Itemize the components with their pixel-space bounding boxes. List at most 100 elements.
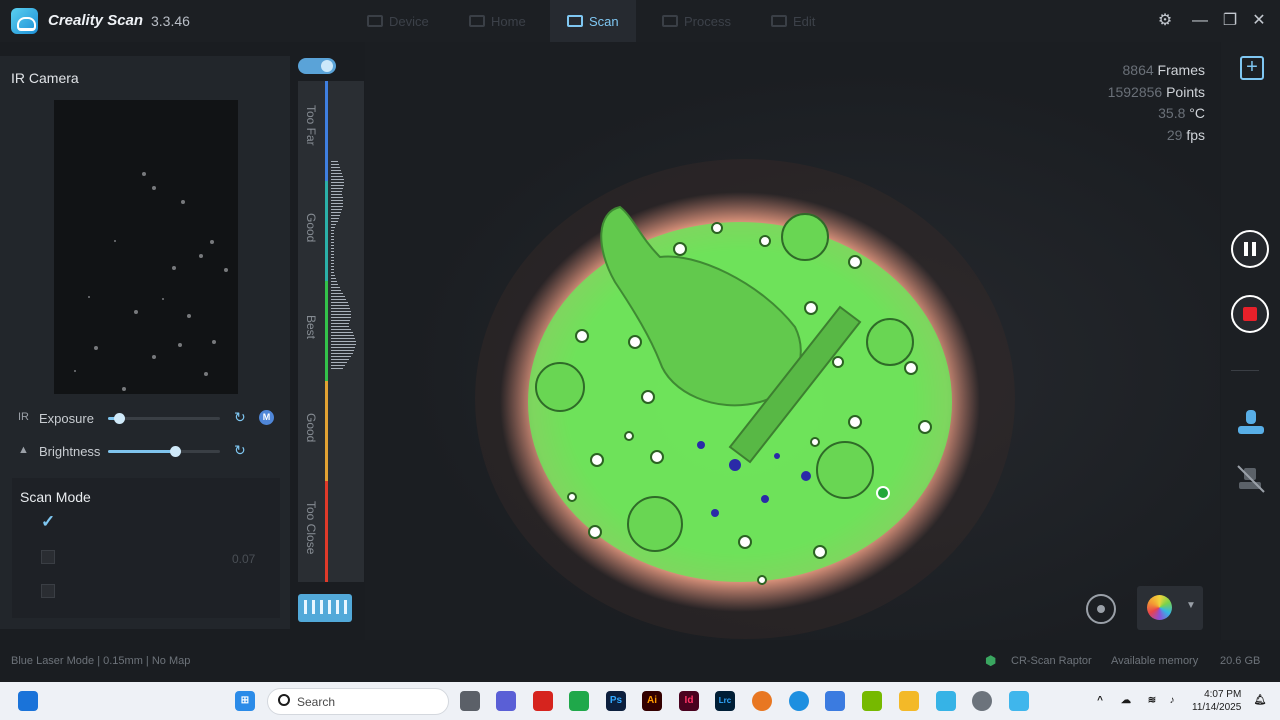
app-title: Creality Scan <box>48 12 144 29</box>
scan-mode-option[interactable] <box>41 583 271 599</box>
brightness-slider[interactable] <box>108 446 220 457</box>
gauge-ruler-button[interactable] <box>298 594 352 622</box>
histogram-line <box>331 191 343 192</box>
stat-unit: °C <box>1189 105 1205 121</box>
histogram-line <box>331 356 352 357</box>
histogram-line <box>331 302 348 303</box>
task-view-icon[interactable] <box>460 691 480 711</box>
blender-icon[interactable] <box>752 691 772 711</box>
checkbox-checked[interactable] <box>41 512 55 532</box>
histogram-line <box>331 263 334 264</box>
close-button[interactable]: ✕ <box>1249 11 1269 31</box>
turntable-icon[interactable] <box>1236 408 1266 438</box>
histogram-line <box>331 215 341 216</box>
device-name: CR-Scan Raptor <box>1011 655 1092 667</box>
exposure-slider[interactable] <box>108 413 220 424</box>
tab-label: Process <box>684 13 731 29</box>
chat-icon[interactable] <box>496 691 516 711</box>
creality-print-icon[interactable] <box>936 691 956 711</box>
phone-link-icon[interactable] <box>569 691 589 711</box>
zone-bar <box>325 281 328 381</box>
tab-home[interactable]: Home <box>469 0 526 42</box>
indesign-icon[interactable]: Id <box>679 691 699 711</box>
add-scan-icon[interactable]: + <box>1240 56 1264 80</box>
histogram-line <box>331 224 337 225</box>
lightroom-icon[interactable]: Lrc <box>715 691 735 711</box>
histogram-line <box>331 344 356 345</box>
histogram-line <box>331 212 342 213</box>
taskbar-search[interactable]: Search <box>267 688 449 715</box>
maximize-button[interactable]: ❐ <box>1220 11 1240 31</box>
creality-scan-taskbar-icon[interactable] <box>1009 691 1029 711</box>
checkbox[interactable] <box>41 550 55 564</box>
settings-icon[interactable]: ⚙ <box>1155 11 1175 31</box>
photoshop-icon[interactable]: Ps <box>606 691 626 711</box>
ir-camera-view <box>54 100 238 394</box>
gauge-toggle[interactable] <box>298 58 336 74</box>
zone-bar <box>325 81 328 181</box>
scan-mode-option[interactable]: 0.07 <box>41 549 271 566</box>
histogram-line <box>331 257 334 258</box>
chevron-down-icon[interactable]: ▼ <box>1186 600 1196 611</box>
histogram-line <box>331 299 347 300</box>
chevron-up-icon[interactable]: ^ <box>1090 691 1110 711</box>
recenter-icon[interactable] <box>1086 594 1116 624</box>
volume-icon[interactable]: ♪ <box>1162 691 1182 711</box>
gauge-zone-best: Best <box>298 281 328 381</box>
brightness-reset-icon[interactable]: ↻ <box>234 442 246 459</box>
histogram-line <box>331 167 341 168</box>
device-connected-icon: ⬢ <box>985 653 997 668</box>
notification-bell-icon[interactable]: 🔔︎ <box>1250 691 1270 711</box>
histogram-line <box>331 194 343 195</box>
acrobat-icon[interactable] <box>533 691 553 711</box>
manual-mode-button[interactable]: M <box>259 410 274 425</box>
tab-edit[interactable]: Edit <box>771 0 815 42</box>
exposure-reset-icon[interactable]: ↻ <box>234 409 246 426</box>
histogram-line <box>331 242 334 243</box>
zone-bar <box>325 181 328 281</box>
gauge-zone-good-near: Good <box>298 381 328 481</box>
nvidia-icon[interactable] <box>862 691 882 711</box>
histogram-line <box>331 278 336 279</box>
stop-button[interactable] <box>1231 295 1269 333</box>
stat-unit: Frames <box>1157 62 1205 78</box>
histogram-line <box>331 272 334 273</box>
tab-label: Scan <box>589 13 619 29</box>
resolution-value[interactable]: 0.07 <box>232 552 255 566</box>
scan-viewport[interactable] <box>365 42 1220 640</box>
histogram-line <box>331 209 343 210</box>
stat-number: 29 <box>1166 126 1183 143</box>
edge-icon[interactable] <box>789 691 809 711</box>
exposure-knob[interactable] <box>114 413 126 424</box>
histogram-line <box>331 317 351 318</box>
illustrator-icon[interactable]: Ai <box>642 691 662 711</box>
minimize-button[interactable]: — <box>1190 11 1210 31</box>
histogram-line <box>331 206 343 207</box>
histogram-line <box>331 179 344 180</box>
app-version: 3.3.46 <box>151 13 190 29</box>
histogram-line <box>331 239 334 240</box>
store-icon[interactable] <box>825 691 845 711</box>
cloud-icon[interactable]: ☁ <box>1116 691 1136 711</box>
app-icon[interactable] <box>972 691 992 711</box>
tab-device[interactable]: Device <box>367 0 429 42</box>
zone-bar <box>325 381 328 481</box>
color-mode-selector[interactable]: ▼ <box>1137 586 1203 630</box>
histogram-line <box>331 203 344 204</box>
tab-process[interactable]: Process <box>662 0 731 42</box>
histogram-line <box>331 170 342 171</box>
status-bar: Blue Laser Mode | 0.15mm | No Map ⬢ CR-S… <box>0 640 1280 682</box>
checkbox[interactable] <box>41 584 55 598</box>
scan-mode-option[interactable] <box>41 512 271 532</box>
file-explorer-icon[interactable] <box>899 691 919 711</box>
taskbar-clock[interactable]: 4:07 PM 11/14/2025 <box>1192 688 1241 714</box>
marker-disabled-icon[interactable] <box>1236 464 1266 494</box>
zone-label: Best <box>304 315 318 340</box>
windows-start-icon[interactable]: ⊞ <box>235 691 255 711</box>
wifi-icon[interactable]: ≋ <box>1142 691 1162 711</box>
tab-scan[interactable]: Scan <box>550 0 636 42</box>
ir-icon: IR <box>18 411 29 423</box>
widgets-icon[interactable] <box>18 691 38 711</box>
brightness-knob[interactable] <box>170 446 182 457</box>
pause-button[interactable] <box>1231 230 1269 268</box>
